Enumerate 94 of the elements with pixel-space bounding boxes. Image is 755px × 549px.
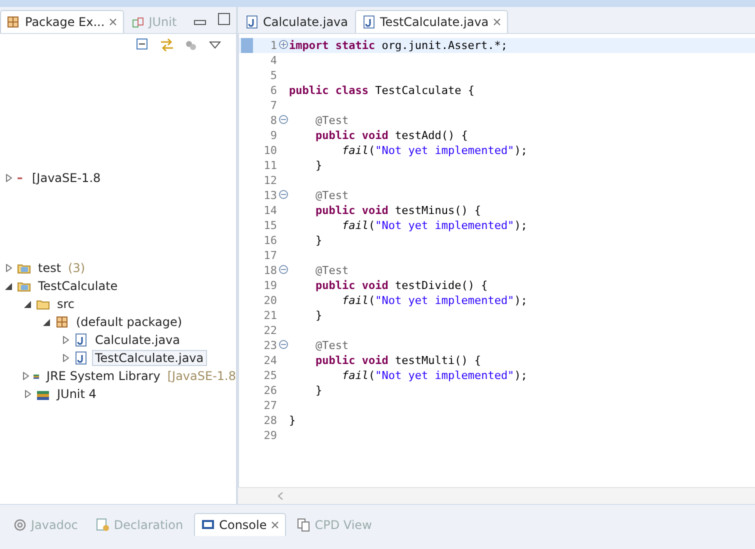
collapse-fold-icon[interactable] <box>278 190 288 198</box>
collapse-fold-icon[interactable] <box>278 114 288 124</box>
line-number: 13 <box>262 189 277 202</box>
tree-item[interactable]: test <box>35 260 64 276</box>
java-file-icon <box>245 15 259 29</box>
line-number: 6 <box>269 84 277 97</box>
close-icon[interactable] <box>270 520 279 529</box>
package-grid-icon <box>7 15 21 29</box>
line-number: 7 <box>269 99 277 112</box>
declaration-icon <box>96 518 110 532</box>
editor-tab[interactable]: Calculate.java <box>238 10 356 33</box>
line-number: 29 <box>262 429 277 442</box>
code-line: } <box>314 309 322 322</box>
tree-item[interactable]: JUnit 4 <box>54 386 100 402</box>
line-number: 25 <box>262 369 277 382</box>
jre-version: [JavaSE-1.8 <box>167 369 236 383</box>
expanded-arrow-icon[interactable] <box>5 282 12 290</box>
editor-tab[interactable]: TestCalculate.java <box>355 10 508 33</box>
maximize-icon[interactable] <box>218 13 230 25</box>
link-arrows-icon <box>160 38 174 52</box>
expanded-arrow-icon[interactable] <box>24 300 31 308</box>
code-line: public void testAdd() { <box>314 129 468 142</box>
collapsed-arrow-icon[interactable] <box>62 336 68 344</box>
line-number: 12 <box>262 174 277 187</box>
code-line: @Test <box>314 189 349 202</box>
tree-item[interactable]: Calculate.java <box>92 332 184 348</box>
line-number: 1 <box>269 39 277 52</box>
line-number: 17 <box>262 249 277 262</box>
line-number: 9 <box>269 129 277 142</box>
junit-icon <box>130 15 145 29</box>
code-line: public void testMulti() { <box>314 354 482 367</box>
line-number: 5 <box>269 69 277 82</box>
line-number: 10 <box>262 144 277 157</box>
line-number: 18 <box>262 264 277 277</box>
java-file-icon <box>74 333 88 347</box>
code-line: public void testDivide() { <box>314 279 488 292</box>
view-tab[interactable]: Package Ex... <box>0 10 124 33</box>
code-line: @Test <box>314 339 349 352</box>
item-count: (3) <box>68 261 86 275</box>
collapsed-arrow-icon[interactable] <box>62 354 68 362</box>
code-line: fail("Not yet implemented"); <box>340 219 528 232</box>
line-number: 15 <box>262 219 277 232</box>
code-line: import static org.junit.Assert.*; <box>289 39 508 52</box>
line-number: 8 <box>269 114 277 127</box>
collapse-fold-icon[interactable] <box>278 264 288 274</box>
line-number: 4 <box>269 54 277 67</box>
code-line: @Test <box>314 114 349 127</box>
line-number: 24 <box>262 354 277 367</box>
close-icon[interactable] <box>108 18 117 26</box>
line-number: 28 <box>262 414 277 427</box>
collapsed-arrow-icon[interactable] <box>24 390 30 398</box>
line-number: 23 <box>262 339 277 352</box>
line-number: 14 <box>262 204 277 217</box>
code-line: fail("Not yet implemented"); <box>340 294 528 307</box>
line-number: 16 <box>262 234 277 247</box>
tree-item[interactable]: src <box>54 296 78 312</box>
code-line: public void testMinus() { <box>314 204 482 217</box>
tree-item[interactable]: JRE System Library <box>44 368 164 384</box>
console-monitor-icon <box>201 518 216 532</box>
collapsed-arrow-icon[interactable] <box>23 372 29 380</box>
line-number: 27 <box>262 399 277 412</box>
line-number: 22 <box>262 324 277 337</box>
close-icon[interactable] <box>492 18 501 26</box>
tree-item[interactable]: TestCalculate <box>35 278 121 294</box>
tree-item[interactable]: [JavaSE-1.8 <box>29 170 104 186</box>
line-number: 11 <box>262 159 277 172</box>
code-line: } <box>289 414 296 427</box>
minimize-icon[interactable] <box>194 20 206 25</box>
tree-item[interactable]: (default package) <box>73 314 186 330</box>
collapse-fold-icon[interactable] <box>278 340 288 348</box>
code-line: } <box>314 234 322 247</box>
java-file-icon <box>362 15 376 29</box>
collapsed-arrow-icon[interactable] <box>6 174 12 182</box>
line-number: 19 <box>262 279 277 292</box>
line-number: 21 <box>262 309 277 322</box>
collapsed-arrow-icon[interactable] <box>6 264 12 272</box>
focus-icon <box>184 38 198 52</box>
code-line: } <box>314 384 322 397</box>
package-icon <box>55 315 69 329</box>
code-line: public class TestCalculate { <box>289 84 474 97</box>
code-line: @Test <box>314 264 349 277</box>
code-line: fail("Not yet implemented"); <box>340 369 528 382</box>
view-tab[interactable]: Console <box>194 512 286 536</box>
expand-fold-icon[interactable] <box>278 40 288 48</box>
line-number: 26 <box>262 384 277 397</box>
code-line: fail("Not yet implemented"); <box>340 144 528 157</box>
collapse-all-icon <box>136 38 150 52</box>
java-file-icon <box>74 351 88 365</box>
javadoc-icon <box>13 518 27 532</box>
code-line: } <box>314 159 322 172</box>
expanded-arrow-icon[interactable] <box>43 318 50 326</box>
tree-item[interactable]: TestCalculate.java <box>92 350 207 366</box>
copy-pages-icon <box>296 518 311 532</box>
line-number: 20 <box>262 294 277 307</box>
